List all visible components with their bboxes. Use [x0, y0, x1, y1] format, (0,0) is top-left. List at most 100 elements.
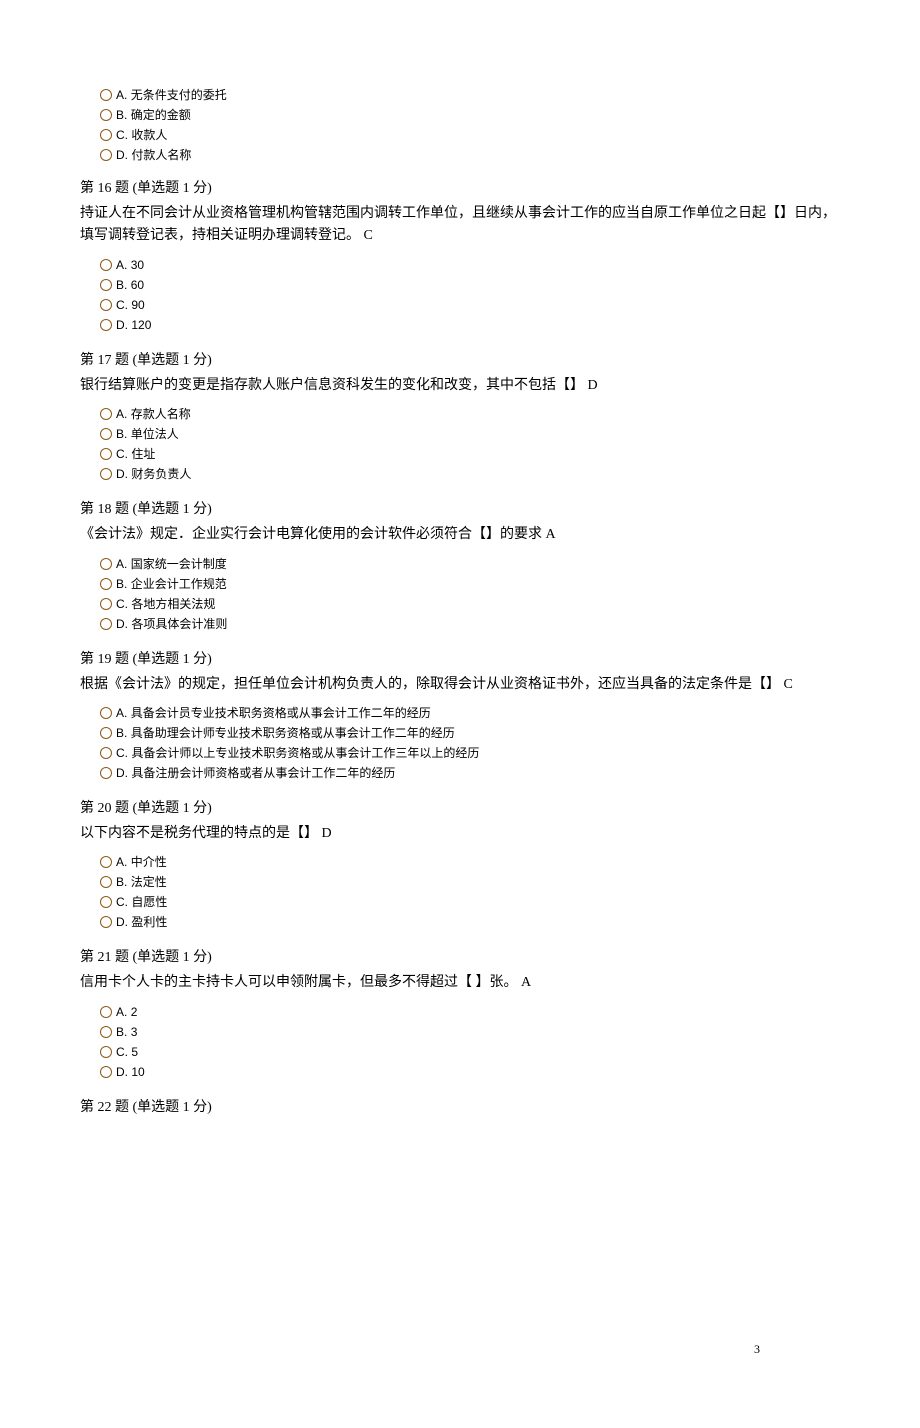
question-22: 第 22 题 (单选题 1 分) — [80, 1097, 840, 1118]
option-row[interactable]: A. 具备会计员专业技术职务资格或从事会计工作二年的经历 — [100, 704, 840, 722]
option-label: A. 中介性 — [116, 853, 167, 871]
radio-icon[interactable] — [100, 149, 112, 161]
option-label: B. 具备助理会计师专业技术职务资格或从事会计工作二年的经历 — [116, 724, 455, 742]
option-label: D. 10 — [116, 1063, 145, 1081]
radio-icon[interactable] — [100, 767, 112, 779]
option-row[interactable]: D. 付款人名称 — [100, 146, 840, 164]
option-row[interactable]: A. 国家统一会计制度 — [100, 555, 840, 573]
option-label: C. 90 — [116, 296, 145, 314]
option-row[interactable]: C. 具备会计师以上专业技术职务资格或从事会计工作三年以上的经历 — [100, 744, 840, 762]
question-text: 银行结算账户的变更是指存款人账户信息资科发生的变化和改变，其中不包括【】 D — [80, 375, 840, 397]
radio-icon[interactable] — [100, 299, 112, 311]
option-row[interactable]: B. 确定的金额 — [100, 106, 840, 124]
option-label: B. 法定性 — [116, 873, 167, 891]
option-row[interactable]: B. 企业会计工作规范 — [100, 575, 840, 593]
option-row[interactable]: D. 财务负责人 — [100, 465, 840, 483]
option-row[interactable]: D. 各项具体会计准则 — [100, 615, 840, 633]
option-label: D. 具备注册会计师资格或者从事会计工作二年的经历 — [116, 764, 395, 782]
option-row[interactable]: C. 自愿性 — [100, 893, 840, 911]
option-row[interactable]: B. 60 — [100, 276, 840, 294]
question-19: 第 19 题 (单选题 1 分) 根据《会计法》的规定，担任单位会计机构负责人的… — [80, 649, 840, 782]
option-label: D. 财务负责人 — [116, 465, 191, 483]
radio-icon[interactable] — [100, 89, 112, 101]
option-label: A. 无条件支付的委托 — [116, 86, 227, 104]
question-text: 《会计法》规定．企业实行会计电算化使用的会计软件必须符合【】的要求 A — [80, 524, 840, 546]
option-label: A. 具备会计员专业技术职务资格或从事会计工作二年的经历 — [116, 704, 431, 722]
question-18: 第 18 题 (单选题 1 分) 《会计法》规定．企业实行会计电算化使用的会计软… — [80, 499, 840, 632]
question-text: 根据《会计法》的规定，担任单位会计机构负责人的，除取得会计从业资格证书外，还应当… — [80, 674, 840, 696]
radio-icon[interactable] — [100, 319, 112, 331]
option-row[interactable]: D. 10 — [100, 1063, 840, 1081]
option-row[interactable]: C. 90 — [100, 296, 840, 314]
option-row[interactable]: C. 各地方相关法规 — [100, 595, 840, 613]
radio-icon[interactable] — [100, 578, 112, 590]
option-row[interactable]: A. 中介性 — [100, 853, 840, 871]
radio-icon[interactable] — [100, 876, 112, 888]
radio-icon[interactable] — [100, 1046, 112, 1058]
option-row[interactable]: C. 住址 — [100, 445, 840, 463]
option-row[interactable]: D. 120 — [100, 316, 840, 334]
question-header: 第 18 题 (单选题 1 分) — [80, 499, 840, 520]
radio-icon[interactable] — [100, 916, 112, 928]
option-row[interactable]: A. 30 — [100, 256, 840, 274]
radio-icon[interactable] — [100, 618, 112, 630]
radio-icon[interactable] — [100, 1006, 112, 1018]
option-label: B. 企业会计工作规范 — [116, 575, 227, 593]
question-header: 第 16 题 (单选题 1 分) — [80, 178, 840, 199]
question-text: 以下内容不是税务代理的特点的是【】 D — [80, 823, 840, 845]
option-label: A. 30 — [116, 256, 144, 274]
question-options: A. 2 B. 3 C. 5 D. 10 — [80, 1003, 840, 1081]
question-16: 第 16 题 (单选题 1 分) 持证人在不同会计从业资格管理机构管辖范围内调转… — [80, 178, 840, 334]
option-row[interactable]: B. 单位法人 — [100, 425, 840, 443]
option-label: D. 120 — [116, 316, 151, 334]
option-row[interactable]: B. 法定性 — [100, 873, 840, 891]
radio-icon[interactable] — [100, 727, 112, 739]
radio-icon[interactable] — [100, 468, 112, 480]
option-label: B. 确定的金额 — [116, 106, 191, 124]
option-label: C. 具备会计师以上专业技术职务资格或从事会计工作三年以上的经历 — [116, 744, 479, 762]
radio-icon[interactable] — [100, 1026, 112, 1038]
option-row[interactable]: C. 5 — [100, 1043, 840, 1061]
radio-icon[interactable] — [100, 747, 112, 759]
question-21: 第 21 题 (单选题 1 分) 信用卡个人卡的主卡持卡人可以申领附属卡，但最多… — [80, 947, 840, 1080]
question-header: 第 17 题 (单选题 1 分) — [80, 350, 840, 371]
option-label: A. 国家统一会计制度 — [116, 555, 227, 573]
radio-icon[interactable] — [100, 896, 112, 908]
question-header: 第 20 题 (单选题 1 分) — [80, 798, 840, 819]
question-text: 持证人在不同会计从业资格管理机构管辖范围内调转工作单位，且继续从事会计工作的应当… — [80, 203, 840, 248]
question-options: A. 存款人名称 B. 单位法人 C. 住址 D. 财务负责人 — [80, 405, 840, 483]
radio-icon[interactable] — [100, 707, 112, 719]
radio-icon[interactable] — [100, 448, 112, 460]
question-20: 第 20 题 (单选题 1 分) 以下内容不是税务代理的特点的是【】 D A. … — [80, 798, 840, 931]
question-header: 第 19 题 (单选题 1 分) — [80, 649, 840, 670]
question-17: 第 17 题 (单选题 1 分) 银行结算账户的变更是指存款人账户信息资科发生的… — [80, 350, 840, 483]
option-label: D. 各项具体会计准则 — [116, 615, 227, 633]
option-row[interactable]: D. 具备注册会计师资格或者从事会计工作二年的经历 — [100, 764, 840, 782]
option-row[interactable]: A. 无条件支付的委托 — [100, 86, 840, 104]
option-label: B. 3 — [116, 1023, 137, 1041]
option-label: D. 付款人名称 — [116, 146, 191, 164]
radio-icon[interactable] — [100, 129, 112, 141]
option-label: A. 存款人名称 — [116, 405, 191, 423]
radio-icon[interactable] — [100, 428, 112, 440]
radio-icon[interactable] — [100, 558, 112, 570]
option-row[interactable]: A. 存款人名称 — [100, 405, 840, 423]
radio-icon[interactable] — [100, 279, 112, 291]
option-row[interactable]: A. 2 — [100, 1003, 840, 1021]
question-options: A. 30 B. 60 C. 90 D. 120 — [80, 256, 840, 334]
option-row[interactable]: C. 收款人 — [100, 126, 840, 144]
option-label: C. 自愿性 — [116, 893, 167, 911]
radio-icon[interactable] — [100, 109, 112, 121]
radio-icon[interactable] — [100, 408, 112, 420]
option-label: B. 单位法人 — [116, 425, 179, 443]
radio-icon[interactable] — [100, 598, 112, 610]
option-label: D. 盈利性 — [116, 913, 167, 931]
option-row[interactable]: B. 具备助理会计师专业技术职务资格或从事会计工作二年的经历 — [100, 724, 840, 742]
radio-icon[interactable] — [100, 259, 112, 271]
option-row[interactable]: B. 3 — [100, 1023, 840, 1041]
option-label: B. 60 — [116, 276, 144, 294]
option-row[interactable]: D. 盈利性 — [100, 913, 840, 931]
radio-icon[interactable] — [100, 856, 112, 868]
radio-icon[interactable] — [100, 1066, 112, 1078]
question-options: A. 具备会计员专业技术职务资格或从事会计工作二年的经历 B. 具备助理会计师专… — [80, 704, 840, 782]
